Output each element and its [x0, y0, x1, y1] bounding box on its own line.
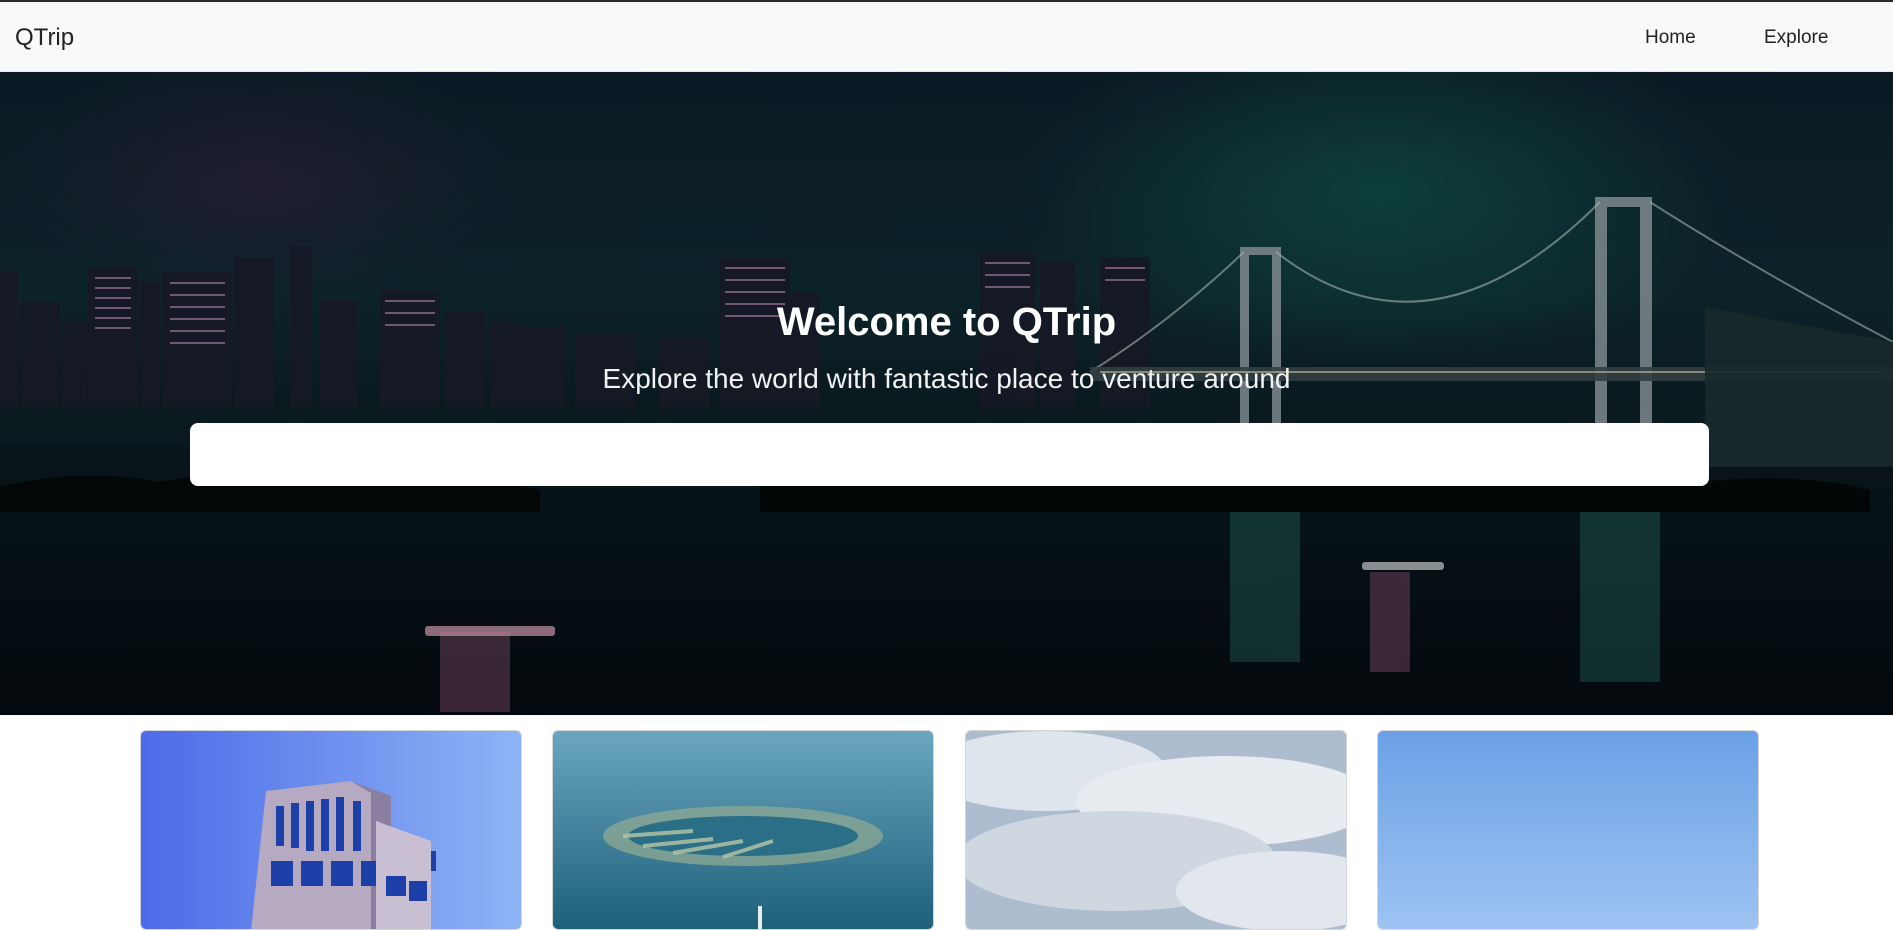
city-cards-grid	[0, 715, 1893, 930]
search-input[interactable]	[190, 423, 1709, 486]
city-card-image	[141, 731, 521, 929]
hero-title: Welcome to QTrip	[776, 300, 1117, 344]
city-card-image	[553, 731, 933, 929]
city-card-image	[966, 731, 1346, 929]
city-card-office-tower[interactable]	[140, 730, 522, 930]
nav-link-home[interactable]: Home	[1645, 27, 1696, 49]
hero-subtitle: Explore the world with fantastic place t…	[602, 363, 1291, 394]
city-card-cloudy-sky[interactable]	[965, 730, 1347, 930]
nav-link-explore[interactable]: Explore	[1764, 27, 1828, 49]
hero-banner: Welcome to QTrip Explore the world with …	[0, 72, 1893, 715]
brand-logo[interactable]: QTrip	[15, 24, 74, 52]
city-card-blue-sky[interactable]	[1377, 730, 1759, 930]
navbar: QTrip Home Explore	[0, 2, 1893, 72]
city-card-palm-island[interactable]	[552, 730, 934, 930]
city-card-image	[1378, 731, 1758, 929]
